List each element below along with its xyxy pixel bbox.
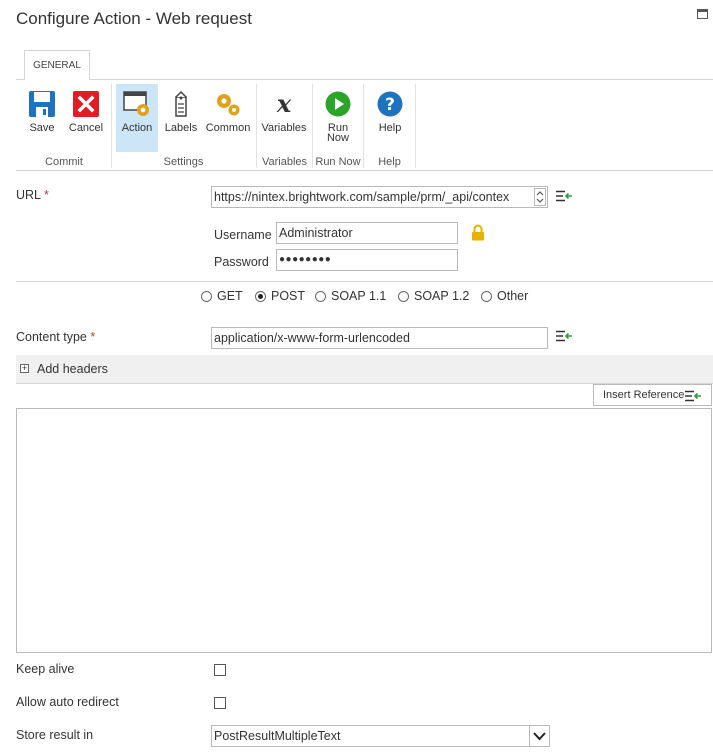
insert-reference-label: Insert Reference bbox=[603, 389, 685, 401]
store-result-label: Store result in bbox=[16, 728, 94, 742]
save-label: Save bbox=[29, 122, 55, 134]
radio-soap11[interactable] bbox=[315, 291, 326, 302]
insert-reference-icon[interactable] bbox=[556, 190, 572, 202]
action-button[interactable]: Action bbox=[116, 84, 158, 152]
variables-label: Variables bbox=[261, 122, 307, 134]
play-icon bbox=[325, 91, 351, 117]
lock-icon bbox=[472, 224, 484, 241]
allow-redirect-label: Allow auto redirect bbox=[16, 695, 119, 709]
close-icon bbox=[73, 91, 99, 117]
variables-button[interactable]: x Variables bbox=[258, 84, 310, 152]
radio-soap11-label: SOAP 1.1 bbox=[331, 289, 387, 303]
variable-x-icon: x bbox=[276, 90, 292, 118]
insert-reference-button[interactable]: Insert Reference bbox=[593, 384, 712, 406]
store-result-value: PostResultMultipleText bbox=[214, 729, 341, 743]
radio-soap12[interactable] bbox=[398, 291, 409, 302]
radio-post-label: POST bbox=[271, 289, 306, 303]
group-label-help: Help bbox=[378, 156, 401, 168]
help-button[interactable]: ? Help bbox=[370, 84, 410, 152]
content-type-label: Content type * bbox=[16, 330, 96, 344]
group-label-commit: Commit bbox=[45, 156, 83, 168]
password-input[interactable]: ●●●●●●●● bbox=[276, 249, 458, 271]
insert-reference-icon bbox=[685, 390, 701, 402]
keep-alive-label: Keep alive bbox=[16, 662, 75, 676]
labels-label: Labels bbox=[164, 122, 198, 134]
chevron-down-icon[interactable] bbox=[529, 726, 549, 746]
allow-redirect-checkbox[interactable] bbox=[214, 697, 226, 709]
add-headers-bar[interactable]: + Add headers bbox=[16, 355, 713, 384]
save-button[interactable]: Save bbox=[24, 84, 60, 152]
action-settings-icon bbox=[123, 91, 149, 116]
group-label-variables: Variables bbox=[261, 156, 308, 168]
scroll-arrows-icon[interactable] bbox=[534, 188, 546, 206]
password-label: Password bbox=[214, 255, 269, 269]
help-icon: ? bbox=[377, 91, 403, 117]
radio-post[interactable] bbox=[255, 291, 266, 302]
username-label: Username bbox=[214, 228, 272, 242]
cancel-button[interactable]: Cancel bbox=[67, 84, 105, 152]
run-now-label: Run Now bbox=[326, 122, 349, 144]
radio-get-label: GET bbox=[217, 289, 243, 303]
group-separator bbox=[415, 84, 416, 168]
group-label-run-now: Run Now bbox=[315, 156, 361, 168]
gears-icon bbox=[217, 94, 240, 116]
tag-icon bbox=[175, 90, 187, 117]
url-value: https://nintex.brightwork.com/sample/prm… bbox=[214, 190, 510, 204]
request-body-textarea[interactable] bbox=[16, 408, 712, 653]
add-headers-label: Add headers bbox=[37, 362, 108, 376]
divider bbox=[16, 281, 713, 282]
dialog-title: Configure Action - Web request bbox=[16, 9, 252, 28]
expand-icon[interactable]: + bbox=[20, 364, 29, 373]
common-button[interactable]: Common bbox=[204, 84, 252, 152]
url-label: URL * bbox=[16, 188, 49, 202]
common-label: Common bbox=[205, 122, 251, 134]
save-icon bbox=[29, 91, 55, 117]
run-now-button[interactable]: Run Now bbox=[318, 84, 358, 152]
group-label-settings: Settings bbox=[163, 156, 204, 168]
keep-alive-checkbox[interactable] bbox=[214, 664, 226, 676]
maximize-icon[interactable] bbox=[697, 9, 708, 19]
content-type-input[interactable]: application/x-www-form-urlencoded bbox=[211, 327, 548, 349]
method-radio-group: GET POST SOAP 1.1 SOAP 1.2 Other bbox=[201, 289, 541, 305]
labels-button[interactable]: Labels bbox=[162, 84, 200, 152]
store-result-select[interactable]: PostResultMultipleText bbox=[211, 725, 550, 747]
radio-get[interactable] bbox=[201, 291, 212, 302]
radio-other[interactable] bbox=[481, 291, 492, 302]
username-input[interactable]: Administrator bbox=[276, 222, 458, 244]
insert-reference-icon[interactable] bbox=[556, 330, 572, 342]
svg-text:?: ? bbox=[385, 95, 395, 115]
cancel-label: Cancel bbox=[68, 122, 104, 134]
url-input[interactable]: https://nintex.brightwork.com/sample/prm… bbox=[211, 186, 548, 208]
tab-general[interactable]: GENERAL bbox=[24, 50, 90, 80]
radio-soap12-label: SOAP 1.2 bbox=[414, 289, 470, 303]
radio-other-label: Other bbox=[497, 289, 529, 303]
svg-text:x: x bbox=[276, 90, 292, 118]
action-label: Action bbox=[121, 122, 153, 134]
help-label: Help bbox=[378, 122, 402, 134]
